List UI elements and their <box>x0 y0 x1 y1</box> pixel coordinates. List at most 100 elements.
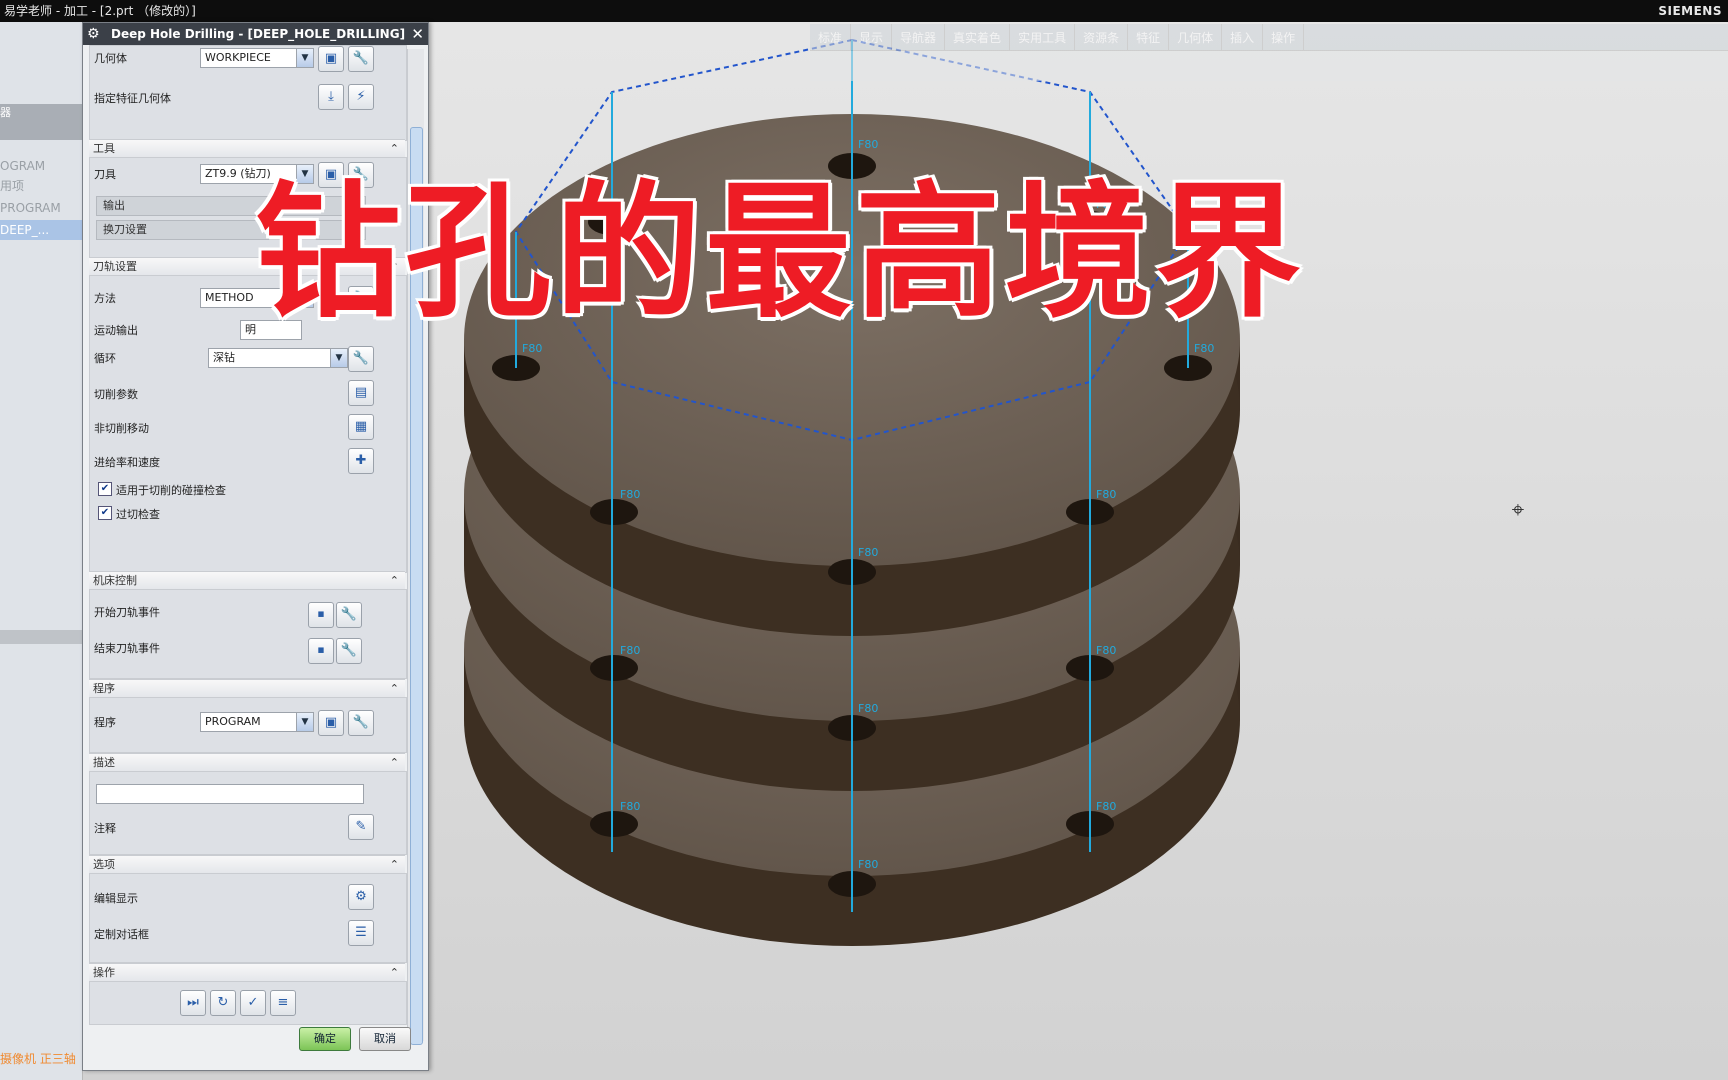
feeds-speeds-button[interactable]: ✚ <box>348 448 374 474</box>
non-cut-moves-button[interactable]: ▦ <box>348 414 374 440</box>
verify-button[interactable]: ✓ <box>240 990 266 1016</box>
machine-section-header[interactable]: 机床控制 ⌃ <box>89 571 405 590</box>
actions-section: ⏭ ↻ ✓ ≡ <box>89 981 407 1025</box>
crosshair-cursor-icon: ⌖ <box>1511 498 1525 523</box>
dialog-titlebar: ⚙ Deep Hole Drilling - [DEEP_HOLE_DRILLI… <box>83 23 428 45</box>
toolbar-tab[interactable]: 插入 <box>1222 24 1264 50</box>
toolbar-tab[interactable]: 操作 <box>1263 24 1305 50</box>
end-event-label: 结束刀轨事件 <box>94 642 160 655</box>
section-title: 描述 <box>93 756 115 769</box>
chevron-down-icon: ▼ <box>296 49 313 67</box>
description-section-header[interactable]: 描述 ⌃ <box>89 753 405 772</box>
start-event-label: 开始刀轨事件 <box>94 606 160 619</box>
gouge-check-checkbox[interactable]: ✔ <box>98 482 112 496</box>
chevron-up-icon: ⌃ <box>389 574 399 587</box>
navigator-item[interactable]: 用项 <box>0 176 82 196</box>
custom-dialog-label: 定制对话框 <box>94 928 149 941</box>
output-label: 输出 <box>103 199 125 212</box>
geometry-section: 几何体 WORKPIECE ▼ ▣ 🔧 指定特征几何体 ⤓ ⚡ <box>89 45 407 141</box>
select-feature-button[interactable]: ⤓ <box>318 84 344 110</box>
feed-label: F80 <box>1194 342 1215 355</box>
feed-label: F80 <box>1096 800 1117 813</box>
toolbar-tab[interactable]: 真实着色 <box>945 24 1011 50</box>
toolbar-tab[interactable]: 标准 <box>810 24 852 50</box>
options-section: 编辑显示 ⚙ 定制对话框 ☰ <box>89 873 407 963</box>
display-feature-button[interactable]: ⚡ <box>348 84 374 110</box>
toolbar-tab[interactable]: 特征 <box>1128 24 1170 50</box>
close-icon[interactable]: ✕ <box>411 23 424 45</box>
feature-geometry-label: 指定特征几何体 <box>94 92 171 105</box>
edit-start-event-button[interactable]: 🔧 <box>336 602 362 628</box>
custom-dialog-button[interactable]: ☰ <box>348 920 374 946</box>
program-section: 程序 PROGRAM ▼ ▣ 🔧 <box>89 697 407 753</box>
overcut-check-checkbox[interactable]: ✔ <box>98 506 112 520</box>
non-cut-label: 非切削移动 <box>94 422 149 435</box>
options-section-header[interactable]: 选项 ⌃ <box>89 855 405 874</box>
program-section-header[interactable]: 程序 ⌃ <box>89 679 405 698</box>
method-label: 方法 <box>94 292 116 305</box>
status-text: 摄像机 正三轴 <box>0 1052 76 1066</box>
actions-section-header[interactable]: 操作 ⌃ <box>89 963 405 982</box>
list-button[interactable]: ≡ <box>270 990 296 1016</box>
edit-display-button[interactable]: ⚙ <box>348 884 374 910</box>
operation-navigator[interactable]: 器 OGRAM 用项 PROGRAM DEEP_... 摄像机 正三轴 <box>0 22 83 1080</box>
feed-label: F80 <box>1096 488 1117 501</box>
toolbar-tab[interactable]: 显示 <box>851 24 893 50</box>
method-value: METHOD <box>205 291 254 304</box>
chevron-up-icon: ⌃ <box>389 858 399 871</box>
cancel-button[interactable]: 取消 <box>359 1027 411 1051</box>
feed-label: F80 <box>620 800 641 813</box>
navigator-divider <box>0 630 82 644</box>
navigator-item-selected[interactable]: DEEP_... <box>0 220 82 240</box>
feed-label: F80 <box>620 488 641 501</box>
toolbar-icons <box>810 50 1728 81</box>
feed-label: F80 <box>1096 644 1117 657</box>
section-title: 工具 <box>93 142 115 155</box>
description-section: 注释 ✎ <box>89 771 407 855</box>
new-program-button[interactable]: ▣ <box>318 710 344 736</box>
program-label: 程序 <box>94 716 116 729</box>
section-title: 操作 <box>93 966 115 979</box>
chevron-up-icon: ⌃ <box>389 966 399 979</box>
toolbar-tab[interactable]: 实用工具 <box>1010 24 1076 50</box>
toolbar-tab[interactable]: 资源条 <box>1075 24 1129 50</box>
toolbar-tab[interactable]: 几何体 <box>1169 24 1223 50</box>
top-toolbar[interactable]: 标准 显示 导航器 真实着色 实用工具 资源条 特征 几何体 插入 操作 <box>810 24 1728 84</box>
new-geometry-button[interactable]: ▣ <box>318 46 344 72</box>
description-input[interactable] <box>96 784 364 804</box>
chevron-up-icon: ⌃ <box>389 756 399 769</box>
edit-program-button[interactable]: 🔧 <box>348 710 374 736</box>
geometry-label: 几何体 <box>94 52 127 65</box>
gear-icon[interactable]: ⚙ <box>87 23 100 45</box>
cut-params-label: 切削参数 <box>94 388 138 401</box>
geometry-value: WORKPIECE <box>205 51 271 64</box>
navigator-item[interactable]: PROGRAM <box>0 198 82 218</box>
navigator-item[interactable]: OGRAM <box>0 156 82 176</box>
overlay-headline: 钻孔的最高境界 <box>255 168 1305 338</box>
chevron-up-icon: ⌃ <box>389 682 399 695</box>
chevron-down-icon: ▼ <box>330 349 347 367</box>
comment-button[interactable]: ✎ <box>348 814 374 840</box>
window-titlebar: 易学老师 - 加工 - [2.prt （修改的）] SIEMENS <box>0 0 1728 22</box>
cycle-select[interactable]: 深钻 ▼ <box>208 348 348 368</box>
feed-label: F80 <box>858 702 879 715</box>
window-title: 易学老师 - 加工 - [2.prt （修改的）] <box>4 4 196 18</box>
end-event-button[interactable]: ⏹ <box>308 638 334 664</box>
tool-label: 刀具 <box>94 168 116 181</box>
edit-geometry-button[interactable]: 🔧 <box>348 46 374 72</box>
replay-button[interactable]: ↻ <box>210 990 236 1016</box>
machine-section: 开始刀轨事件 ⏹ 🔧 结束刀轨事件 ⏹ 🔧 <box>89 589 407 679</box>
tool-section-header[interactable]: 工具 ⌃ <box>89 139 405 158</box>
cut-params-button[interactable]: ▤ <box>348 380 374 406</box>
edit-cycle-button[interactable]: 🔧 <box>348 346 374 372</box>
program-select[interactable]: PROGRAM ▼ <box>200 712 314 732</box>
comment-label: 注释 <box>94 822 116 835</box>
motion-output-label: 运动输出 <box>94 324 138 337</box>
generate-button[interactable]: ⏭ <box>180 990 206 1016</box>
tool-change-label: 换刀设置 <box>103 223 147 236</box>
ok-button[interactable]: 确定 <box>299 1027 351 1051</box>
start-event-button[interactable]: ⏹ <box>308 602 334 628</box>
toolbar-tab[interactable]: 导航器 <box>892 24 946 50</box>
edit-end-event-button[interactable]: 🔧 <box>336 638 362 664</box>
geometry-select[interactable]: WORKPIECE ▼ <box>200 48 314 68</box>
